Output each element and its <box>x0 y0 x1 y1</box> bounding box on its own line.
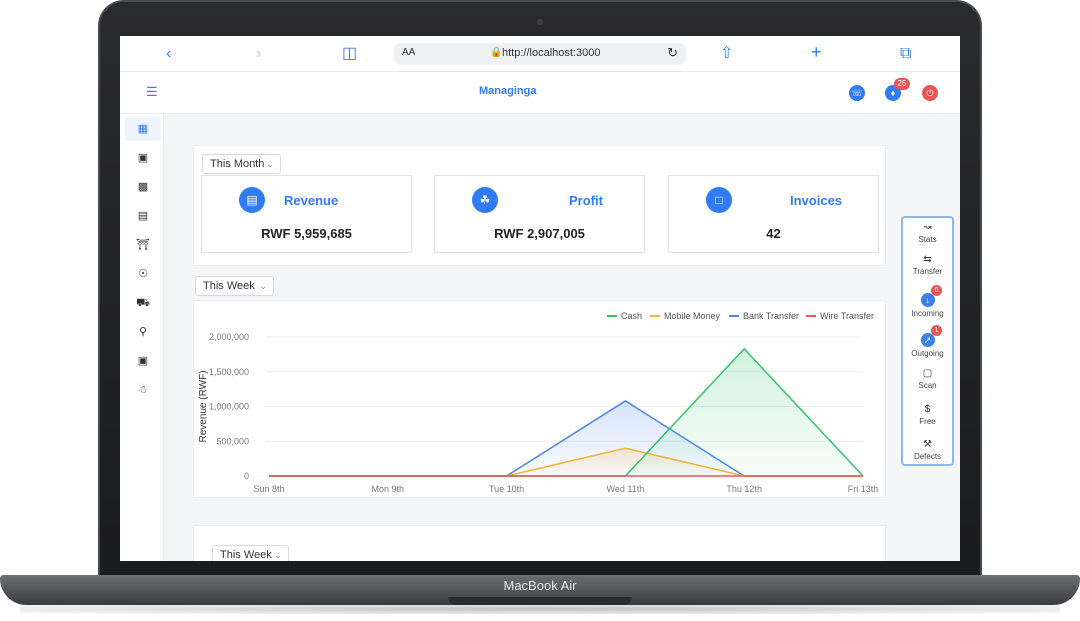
legend-label: Bank Transfer <box>743 311 799 321</box>
x-tick-label: Fri 13th <box>848 484 879 494</box>
y-tick-label: 2,000,000 <box>209 332 249 342</box>
summary-period-select[interactable]: This Month ⌄ <box>202 154 281 174</box>
arrow-down-circle-icon: ↓ <box>920 293 935 307</box>
x-tick-label: Thu 12th <box>726 484 762 494</box>
stat-value: RWF 2,907,005 <box>494 226 585 241</box>
stat-card-revenue: ▤ Revenue RWF 5,959,685 <box>201 175 412 253</box>
sidebar-item-apps[interactable]: ▩ <box>125 175 161 199</box>
quick-item-label: Incoming <box>911 309 944 318</box>
sidebar-item-bank[interactable]: ⛩ <box>125 233 161 257</box>
reload-icon[interactable]: ↻ <box>667 45 678 61</box>
address-bar[interactable]: AA 🔒 http://localhost:3000 ↻ <box>394 43 686 65</box>
revenue-chart-card: 2,000,000 1,500,000 1,000,000 500,000 0 Sun 8… <box>193 300 886 498</box>
stat-label: Profit <box>569 193 603 208</box>
quick-panel: ↝ Stats ⇆ Transfer ↓ 0 Incoming ↗ 1 Outg… <box>901 216 954 466</box>
lock-icon: 🔒 <box>490 47 503 58</box>
share-icon[interactable]: ⇧ <box>720 44 733 64</box>
sidebar-item-delivery[interactable]: ⛟ <box>125 291 161 315</box>
stat-card-profit: ☘ Profit RWF 2,907,005 <box>434 175 645 253</box>
dollar-slash-icon: $ <box>924 404 931 415</box>
bottom-period-select[interactable]: This Week ⌄ <box>212 545 289 561</box>
tabs-icon[interactable]: ⧉ <box>900 44 911 64</box>
forward-icon[interactable]: › <box>256 44 261 64</box>
quick-item-stats[interactable]: ↝ Stats <box>903 222 952 245</box>
quick-item-label: Scan <box>918 381 937 390</box>
sidebar-item-money[interactable]: ☉ <box>125 262 161 286</box>
laptop-shadow <box>20 604 1060 614</box>
y-axis-label: Revenue (RWF) <box>198 370 209 442</box>
stat-value: 42 <box>766 226 781 241</box>
legend-label: Wire Transfer <box>820 311 874 321</box>
hammer-icon: ⚒ <box>923 439 932 450</box>
quick-item-label: Stats <box>918 235 937 244</box>
outgoing-badge: 1 <box>931 325 942 336</box>
arrow-up-circle-icon: ↗ <box>920 333 935 347</box>
menu-toggle-icon[interactable]: ☰ <box>146 84 158 100</box>
back-icon[interactable]: ‹ <box>166 44 171 64</box>
stat-label: Revenue <box>284 193 339 208</box>
sidebar-item-bag[interactable]: ▤ <box>125 204 161 228</box>
headset-icon[interactable]: ☏ <box>849 85 865 101</box>
quick-item-free[interactable]: $ Free <box>903 404 952 427</box>
chevron-down-icon: ⌄ <box>274 550 282 560</box>
main-content: This Month ⌄ ▤ Revenue RWF 5,959,685 ☘ P… <box>172 114 908 561</box>
quick-item-defects[interactable]: ⚒ Defects <box>903 439 952 462</box>
sidebar-item-buildings[interactable]: ▣ <box>125 146 161 170</box>
summary-section: This Month ⌄ ▤ Revenue RWF 5,959,685 ☘ P… <box>193 145 886 266</box>
bookmarks-icon[interactable]: ◫ <box>342 44 357 64</box>
text-size-button[interactable]: AA <box>402 47 415 58</box>
sidebar-item-wallet[interactable]: ▣ <box>125 349 161 373</box>
summary-period-value: This Month <box>210 158 265 170</box>
sidebar-item-cart[interactable]: ⚲ <box>125 320 161 344</box>
quick-item-label: Defects <box>913 452 942 461</box>
revenue-chart: 2,000,000 1,500,000 1,000,000 500,000 0 Sun 8… <box>198 311 879 494</box>
new-tab-icon[interactable]: + <box>811 42 822 62</box>
quick-item-label: Free <box>919 417 936 426</box>
url-text[interactable]: http://localhost:3000 <box>502 47 600 59</box>
notification-badge: 25 <box>894 78 910 90</box>
y-tick-label: 1,500,000 <box>209 367 249 377</box>
y-tick-label: 500,000 <box>216 436 249 446</box>
bottom-section: This Week ⌄ <box>193 525 886 561</box>
x-tick-label: Tue 10th <box>489 484 524 494</box>
quick-item-label: Outgoing <box>911 349 944 358</box>
chart-line-icon: ↝ <box>923 222 932 233</box>
incoming-badge: 0 <box>931 285 942 296</box>
quick-item-transfer[interactable]: ⇆ Transfer <box>903 254 952 277</box>
x-tick-label: Wed 11th <box>607 484 645 494</box>
screen: ‹ › ◫ AA 🔒 http://localhost:3000 ↻ ⇧ + ⧉… <box>120 36 960 561</box>
app-title: Managinga <box>479 85 537 97</box>
y-tick-label: 0 <box>244 471 249 481</box>
x-tick-label: Sun 8th <box>253 484 284 494</box>
camera <box>537 19 543 25</box>
transfer-icon: ⇆ <box>923 254 932 265</box>
sidebar: ▦ ▣ ▩ ▤ ⛩ ☉ ⛟ ⚲ ▣ ☃ <box>120 114 164 561</box>
quick-item-outgoing[interactable]: ↗ 1 Outgoing <box>903 325 952 359</box>
quick-item-incoming[interactable]: ↓ 0 Incoming <box>903 285 952 319</box>
scanner-icon: ▢ <box>922 368 933 379</box>
stat-value: RWF 5,959,685 <box>261 226 352 241</box>
stat-label: Invoices <box>790 193 843 208</box>
sidebar-item-users[interactable]: ☃ <box>125 378 161 402</box>
app-header: ☰ Managinga ☏ ♦ 25 ⏻ <box>120 72 960 114</box>
quick-item-label: Transfer <box>912 267 943 276</box>
power-icon[interactable]: ⏻ <box>922 85 938 101</box>
chevron-down-icon: ⌄ <box>266 159 274 169</box>
legend-label: Cash <box>621 311 642 321</box>
chart-period-select[interactable]: This Week ⌄ <box>195 276 274 296</box>
stat-card-invoices: □ Invoices 42 <box>668 175 879 253</box>
browser-toolbar: ‹ › ◫ AA 🔒 http://localhost:3000 ↻ ⇧ + ⧉ <box>120 36 960 72</box>
chart-period-value: This Week <box>203 280 255 292</box>
x-tick-label: Mon 9th <box>372 484 405 494</box>
y-tick-label: 1,000,000 <box>209 402 249 412</box>
sidebar-item-dashboard[interactable]: ▦ <box>125 117 161 141</box>
quick-item-scan[interactable]: ▢ Scan <box>903 368 952 391</box>
legend-label: Mobile Money <box>664 311 721 321</box>
bottom-period-value: This Week <box>220 549 272 561</box>
chevron-down-icon: ⌄ <box>259 281 267 291</box>
device-label: MacBook Air <box>503 578 577 593</box>
